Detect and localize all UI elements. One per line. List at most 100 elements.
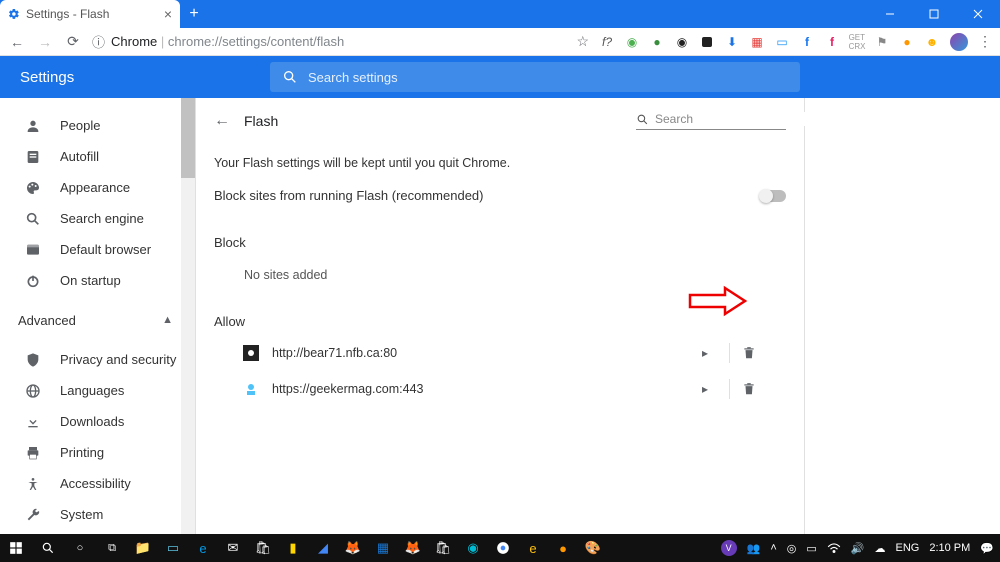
block-flash-toggle[interactable]	[760, 190, 786, 202]
taskbar-app-icon[interactable]: e	[518, 534, 548, 562]
window-close-button[interactable]	[956, 0, 1000, 28]
ext-icon[interactable]: ⚑	[874, 34, 890, 50]
browser-tab[interactable]: Settings - Flash ×	[0, 0, 180, 28]
address-bar[interactable]: ⓘ Chrome | chrome://settings/content/fla…	[92, 32, 566, 51]
profile-avatar[interactable]	[950, 33, 968, 51]
tray-language[interactable]: ENG	[895, 542, 919, 554]
tray-location-icon[interactable]: ◎	[787, 542, 797, 555]
sidebar-item[interactable]: Downloads	[0, 406, 195, 437]
search-icon	[24, 211, 42, 227]
taskbar-app-icon[interactable]: ▮	[278, 534, 308, 562]
block-empty-text: No sites added	[196, 256, 804, 292]
settings-search[interactable]	[270, 62, 800, 92]
sidebar-item[interactable]: Privacy and security	[0, 344, 195, 375]
sidebar-advanced-toggle[interactable]: Advanced▲	[0, 302, 195, 338]
search-icon	[636, 113, 649, 126]
ext-icon[interactable]: ◉	[674, 34, 690, 50]
autofill-icon	[24, 149, 42, 165]
taskbar-app-icon[interactable]: 🛍	[248, 534, 278, 562]
cortana-icon[interactable]: ○	[64, 534, 96, 562]
site-url[interactable]: https://geekermag.com:443	[272, 382, 681, 396]
bookmark-star-icon[interactable]: ☆	[576, 33, 589, 50]
ext-icon[interactable]: f	[824, 34, 840, 50]
sidebar-item-label: Downloads	[60, 414, 124, 429]
sidebar-item[interactable]: Search engine	[0, 203, 195, 234]
window-maximize-button[interactable]	[912, 0, 956, 28]
block-flash-toggle-row: Block sites from running Flash (recommen…	[196, 178, 804, 213]
sidebar-item[interactable]: System	[0, 499, 195, 530]
taskbar-app-icon[interactable]: ▦	[368, 534, 398, 562]
back-button[interactable]: ←	[214, 112, 230, 130]
site-delete-button[interactable]	[742, 381, 786, 397]
sidebar-item-label: Printing	[60, 445, 104, 460]
ext-icon[interactable]: ▦	[749, 34, 765, 50]
browser-toolbar: ← → ⟳ ⓘ Chrome | chrome://settings/conte…	[0, 28, 1000, 56]
allow-site-row: http://bear71.nfb.ca:80 ▸	[196, 335, 804, 371]
site-delete-button[interactable]	[742, 345, 786, 361]
sidebar-item[interactable]: People	[0, 110, 195, 141]
browser-menu-button[interactable]: ⋮	[978, 33, 992, 50]
sidebar-item[interactable]: Default browser	[0, 234, 195, 265]
site-details-button[interactable]: ▸	[693, 346, 717, 360]
ext-icon[interactable]: ◉	[624, 34, 640, 50]
taskbar-app-icon[interactable]: 🎨	[578, 534, 608, 562]
settings-search-input[interactable]	[308, 70, 788, 85]
tray-chevron-icon[interactable]: ˄	[770, 542, 776, 554]
ext-icon[interactable]: ●	[899, 34, 915, 50]
taskbar-app-icon[interactable]: 📁	[128, 534, 158, 562]
sidebar-item[interactable]: Accessibility	[0, 468, 195, 499]
gear-icon	[8, 8, 20, 20]
taskbar-app-icon[interactable]: ●	[548, 534, 578, 562]
tray-battery-icon[interactable]: ▭	[806, 542, 816, 555]
sidebar-item-label: Accessibility	[60, 476, 131, 491]
site-details-button[interactable]: ▸	[693, 382, 717, 396]
nav-forward-button[interactable]: →	[36, 34, 54, 50]
tray-onedrive-icon[interactable]: ☁	[874, 542, 885, 555]
sidebar-item[interactable]: On startup	[0, 265, 195, 296]
new-tab-button[interactable]: +	[180, 0, 208, 28]
taskbar-search-icon[interactable]	[32, 534, 64, 562]
sidebar-scrollbar[interactable]	[181, 98, 195, 534]
site-url[interactable]: http://bear71.nfb.ca:80	[272, 346, 681, 360]
ext-icon[interactable]: GETCRX	[849, 34, 865, 50]
sidebar-item[interactable]: Languages	[0, 375, 195, 406]
tray-icon[interactable]: V	[721, 540, 737, 556]
tray-people-icon[interactable]: 👥	[747, 542, 761, 555]
taskbar-app-icon[interactable]: 🦊	[398, 534, 428, 562]
sidebar-item[interactable]: Autofill	[0, 141, 195, 172]
tray-volume-icon[interactable]: 🔊	[851, 542, 865, 555]
page-search[interactable]	[636, 112, 786, 130]
taskbar-app-icon[interactable]: ◉	[458, 534, 488, 562]
ext-icon[interactable]: ●	[649, 34, 665, 50]
sidebar-item-label: Search engine	[60, 211, 144, 226]
sidebar-item[interactable]: Appearance	[0, 172, 195, 203]
ext-icon[interactable]: ⬇	[724, 34, 740, 50]
taskbar-app-icon[interactable]: e	[188, 534, 218, 562]
taskview-icon[interactable]: ⧉	[96, 534, 128, 562]
window-minimize-button[interactable]	[868, 0, 912, 28]
ext-icon[interactable]: ▭	[774, 34, 790, 50]
nav-reload-button[interactable]: ⟳	[64, 33, 82, 50]
settings-header: Settings	[0, 56, 1000, 98]
close-tab-icon[interactable]: ×	[164, 6, 172, 22]
tray-clock[interactable]: 2:10 PM	[929, 542, 970, 554]
tray-notifications-icon[interactable]: 💬	[980, 542, 994, 555]
nav-back-button[interactable]: ←	[8, 34, 26, 50]
taskbar-app-icon[interactable]: 🦊	[338, 534, 368, 562]
ext-icon[interactable]: f?	[599, 34, 615, 50]
download-icon	[24, 414, 42, 430]
block-section-header: Block	[196, 213, 804, 256]
ext-icon[interactable]: f	[799, 34, 815, 50]
taskbar-app-icon[interactable]: ◢	[308, 534, 338, 562]
taskbar-app-icon[interactable]: ▭	[158, 534, 188, 562]
page-search-input[interactable]	[655, 112, 810, 126]
site-info-icon[interactable]: ⓘ	[92, 32, 105, 51]
sidebar-item[interactable]: Printing	[0, 437, 195, 468]
ext-icon[interactable]	[699, 34, 715, 50]
start-button[interactable]	[0, 534, 32, 562]
tray-wifi-icon[interactable]	[827, 542, 841, 554]
taskbar-app-icon[interactable]: ✉	[218, 534, 248, 562]
taskbar-app-icon[interactable]	[488, 534, 518, 562]
ext-icon[interactable]: ☻	[924, 34, 940, 50]
taskbar-app-icon[interactable]: 🛍	[428, 534, 458, 562]
